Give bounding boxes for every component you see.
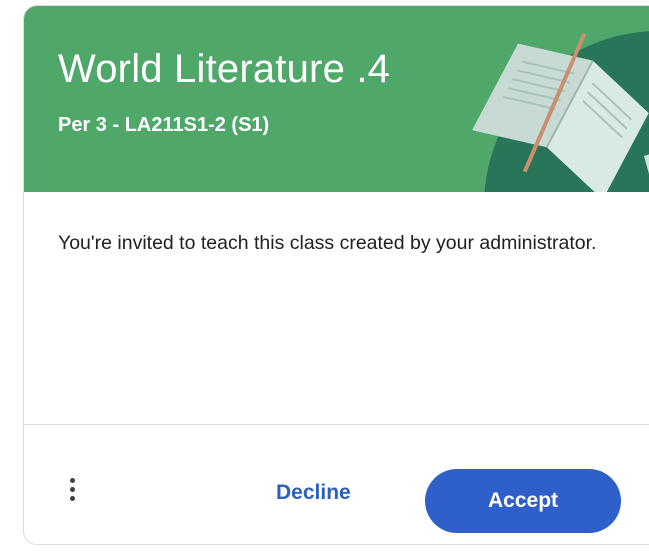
class-invitation-card: World Literature .4 Per 3 - LA211S1-2 (S… [23, 5, 649, 545]
class-banner[interactable]: World Literature .4 Per 3 - LA211S1-2 (S… [24, 6, 649, 192]
accept-button[interactable]: Accept [425, 469, 621, 533]
more-vert-icon-dot [69, 486, 75, 492]
invitation-message: You're invited to teach this class creat… [58, 232, 597, 254]
class-section: Per 3 - LA211S1-2 (S1) [58, 114, 270, 136]
card-footer: Decline Accept [24, 424, 649, 544]
class-title[interactable]: World Literature .4 [58, 46, 390, 92]
decline-button[interactable]: Decline [264, 475, 363, 511]
more-vert-icon [69, 477, 75, 483]
open-book-illustration-icon [472, 31, 649, 192]
more-options-button[interactable] [57, 469, 87, 509]
more-vert-icon-dot [69, 495, 75, 501]
